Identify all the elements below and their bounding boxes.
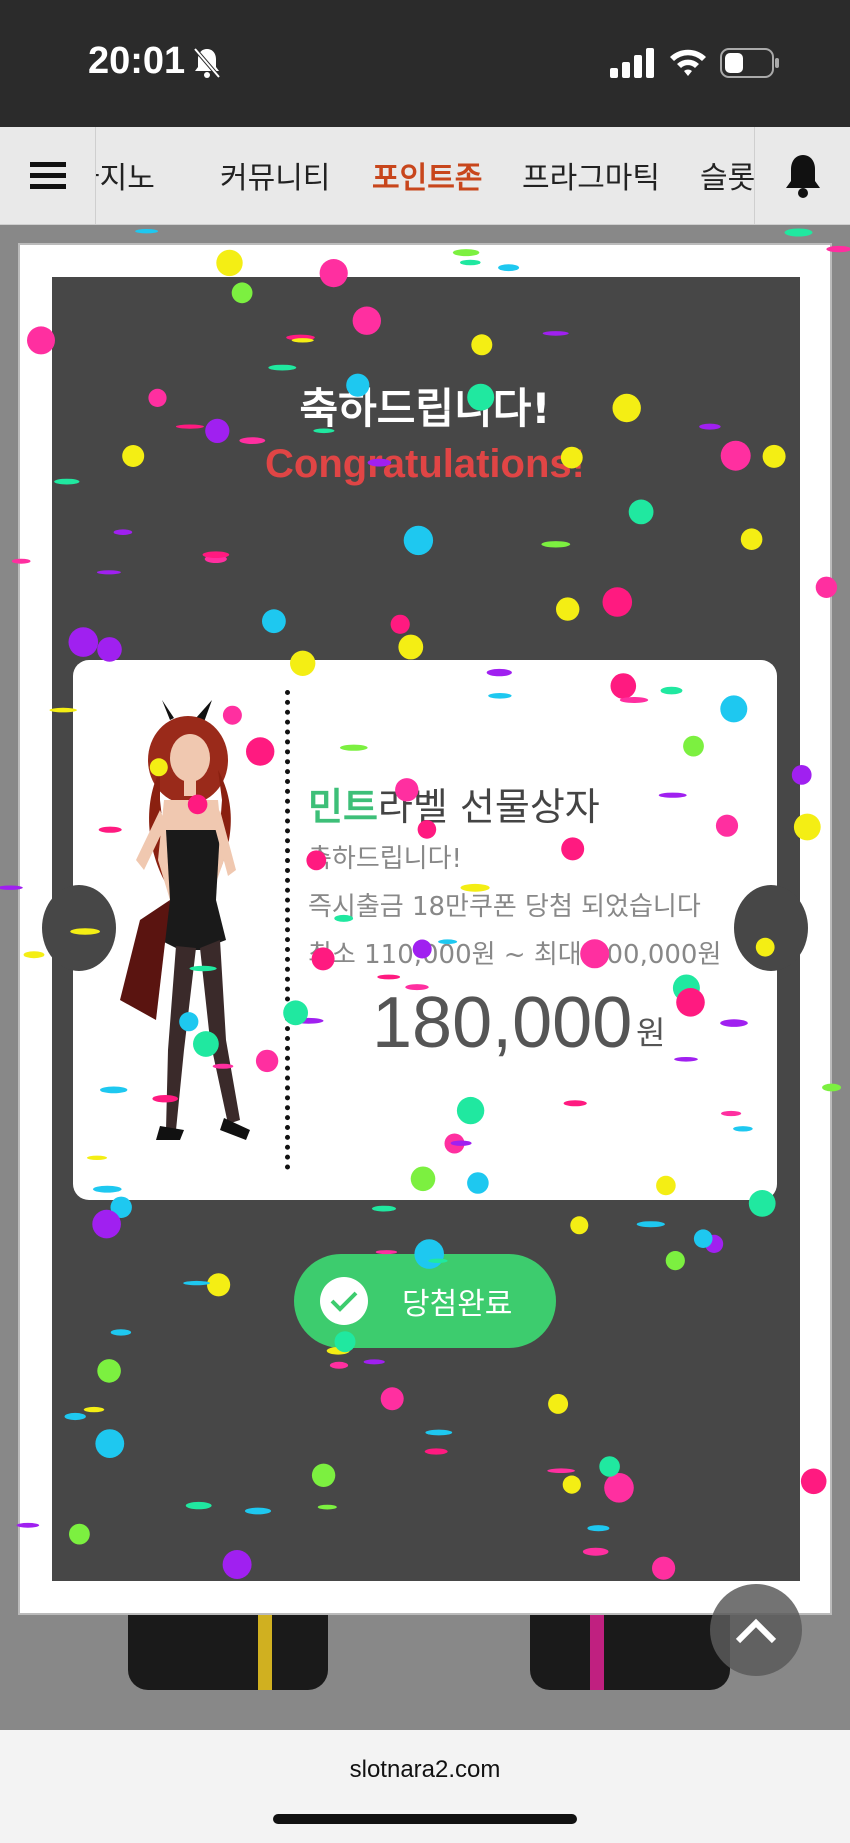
bell-icon bbox=[785, 155, 820, 198]
gift-title: 민트라벨 선물상자 bbox=[308, 776, 600, 831]
gift-title-rest: 라벨 선물상자 bbox=[377, 785, 600, 829]
scroll-top-button[interactable] bbox=[710, 1584, 802, 1676]
gift-box-image bbox=[530, 1610, 730, 1690]
ticket-range: 최소 110,000원 ~ 최대 200,000원 bbox=[308, 940, 722, 970]
tab-point-zone[interactable]: 포인트존 bbox=[372, 153, 482, 197]
ticket-notch bbox=[734, 885, 808, 971]
gift-title-highlight: 민트 bbox=[308, 785, 378, 829]
character-illustration bbox=[120, 700, 250, 1140]
bell-off-icon bbox=[193, 47, 221, 79]
tab-slot[interactable]: 슬롯 bbox=[700, 153, 754, 197]
top-nav: 카지노 커뮤니티 포인트존 프라그마틱 슬롯 bbox=[0, 127, 850, 225]
check-circle bbox=[320, 1277, 368, 1325]
check-icon bbox=[330, 1291, 358, 1312]
win-complete-label: 당첨완료 bbox=[402, 1287, 513, 1322]
win-complete-button[interactable]: 당첨완료 bbox=[294, 1254, 556, 1348]
status-time: 20:01 bbox=[88, 40, 186, 82]
modal-title: 축하드립니다! bbox=[299, 384, 551, 433]
prize-amount: 180,000 bbox=[372, 983, 633, 1063]
chevron-up-icon bbox=[735, 1618, 777, 1644]
menu-button[interactable] bbox=[0, 127, 96, 225]
tab-casino[interactable]: 카지노 bbox=[96, 153, 155, 197]
url-text: slotnara2.com bbox=[349, 1756, 501, 1783]
prize-unit: 원 bbox=[636, 1014, 666, 1052]
modal-subtitle: Congratulations! bbox=[265, 442, 585, 486]
nav-tabs: 카지노 커뮤니티 포인트존 프라그마틱 슬롯 bbox=[96, 127, 754, 225]
ticket-congrats: 축하드립니다! bbox=[308, 844, 462, 874]
gift-box-image bbox=[128, 1610, 328, 1690]
tab-pragmatic[interactable]: 프라그마틱 bbox=[522, 153, 660, 197]
home-indicator bbox=[273, 1814, 577, 1824]
wifi-icon bbox=[670, 49, 706, 76]
hamburger-icon bbox=[29, 162, 66, 189]
battery-icon bbox=[720, 48, 779, 78]
status-bar: 20:01 bbox=[0, 0, 850, 127]
ticket-win-message: 즉시출금 18만쿠폰 당첨 되었습니다 bbox=[308, 892, 701, 922]
signal-icon bbox=[610, 48, 654, 78]
notification-button[interactable] bbox=[754, 127, 850, 225]
tab-community[interactable]: 커뮤니티 bbox=[220, 153, 330, 197]
browser-url-bar[interactable]: slotnara2.com bbox=[0, 1730, 850, 1843]
